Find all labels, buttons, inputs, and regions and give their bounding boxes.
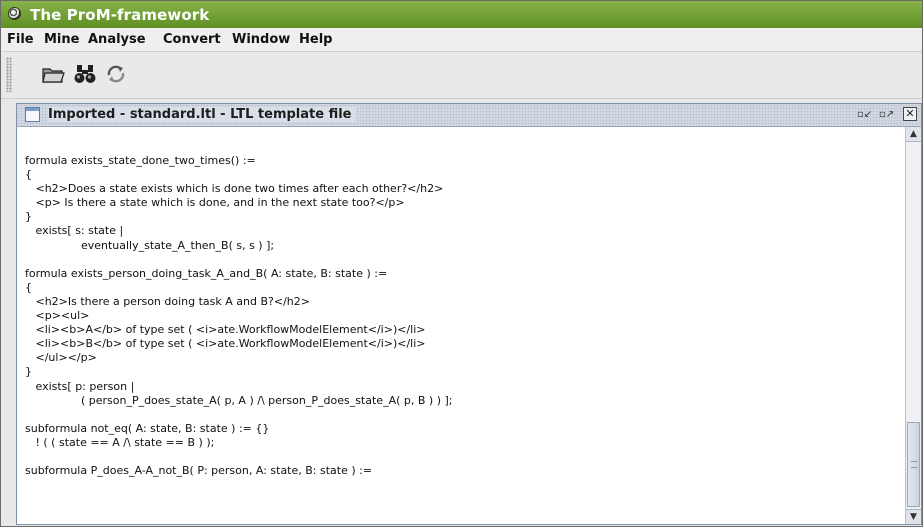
refresh-icon: [107, 65, 125, 83]
code-line: exists[ s: state |: [25, 224, 124, 238]
maximize-icon[interactable]: ▫↗: [879, 108, 894, 122]
code-line: <h2>Is there a person doing task A and B…: [25, 294, 310, 308]
toolbar-grip[interactable]: [6, 57, 12, 92]
restore-icon[interactable]: ▫↙: [857, 108, 872, 122]
code-line: {: [25, 280, 32, 294]
menu-analyse[interactable]: Analyse: [88, 32, 146, 47]
frame-document-icon: [25, 107, 40, 122]
ltl-text-editor[interactable]: formula exists_state_done_two_times() :=…: [17, 127, 905, 524]
menu-bar: File Mine Analyse Convert Window Help: [1, 28, 922, 52]
prom-logo-icon: [8, 7, 21, 20]
prom-app-window: The ProM-framework File Mine Analyse Con…: [0, 0, 923, 527]
code-line: ! ( ( state == A /\ state == B ) );: [25, 435, 215, 449]
window-title-bar[interactable]: The ProM-framework: [1, 1, 922, 28]
menu-mine[interactable]: Mine: [44, 32, 79, 47]
code-line: {: [25, 168, 32, 182]
code-line: <li><b>A</b> of type set ( <i>ate.Workfl…: [25, 323, 426, 337]
code-line: <h2>Does a state exists which is done tw…: [25, 182, 444, 196]
code-line: <p> Is there a state which is done, and …: [25, 196, 405, 210]
menu-help[interactable]: Help: [299, 32, 332, 47]
code-line: subformula not_eq( A: state, B: state ) …: [25, 421, 270, 435]
refresh-button[interactable]: [102, 60, 130, 88]
open-folder-icon: [42, 68, 65, 83]
ltl-template-frame: Imported - standard.ltl - LTL template f…: [16, 103, 922, 525]
code-line: <p><ul>: [25, 309, 90, 323]
code-line: ( person_P_does_state_A( p, A ) /\ perso…: [25, 393, 453, 407]
open-button[interactable]: [39, 60, 67, 88]
code-line: eventually_state_A_then_B( s, s ) ];: [25, 238, 275, 252]
window-title: The ProM-framework: [30, 6, 210, 24]
binoculars-icon: [74, 65, 96, 83]
ltl-code-text: formula exists_state_done_two_times() :=…: [25, 154, 452, 478]
code-line: subformula P_does_A-A_not_B( P: person, …: [25, 464, 373, 478]
search-button[interactable]: [71, 60, 99, 88]
vertical-scrollbar[interactable]: ▲ ▼: [905, 127, 921, 524]
menu-window[interactable]: Window: [232, 32, 290, 47]
scroll-thumb[interactable]: [907, 422, 920, 507]
close-icon[interactable]: ✕: [903, 107, 917, 121]
code-line: exists[ p: person |: [25, 379, 135, 393]
code-line: formula exists_person_doing_task_A_and_B…: [25, 266, 388, 280]
menu-convert[interactable]: Convert: [163, 32, 221, 47]
scroll-up-icon[interactable]: ▲: [906, 127, 921, 142]
code-line: </ul></p>: [25, 351, 97, 365]
code-line: }: [25, 365, 32, 379]
menu-file[interactable]: File: [7, 32, 34, 47]
frame-title: Imported - standard.ltl - LTL template f…: [48, 107, 356, 122]
toolbar: [1, 52, 922, 99]
code-line: formula exists_state_done_two_times() :=: [25, 154, 256, 167]
frame-title-bar[interactable]: Imported - standard.ltl - LTL template f…: [17, 104, 921, 127]
code-line: }: [25, 210, 32, 224]
scroll-down-icon[interactable]: ▼: [906, 509, 921, 524]
code-line: <li><b>B</b> of type set ( <i>ate.Workfl…: [25, 337, 426, 351]
